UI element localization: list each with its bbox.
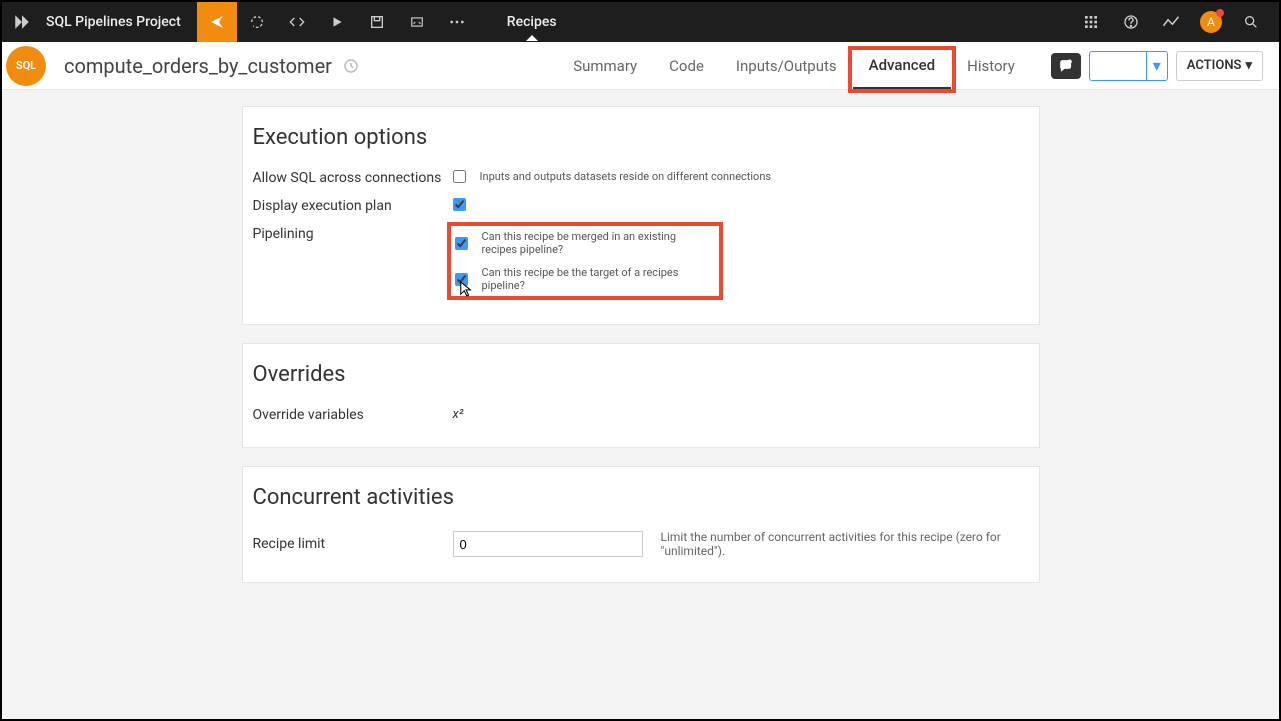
- avatar-initial: A: [1207, 15, 1215, 29]
- chevron-down-icon: ▾: [1245, 58, 1252, 73]
- tab-summary[interactable]: Summary: [557, 42, 653, 89]
- pipelining-merge-checkbox[interactable]: [455, 237, 468, 250]
- recipe-limit-input[interactable]: [453, 531, 643, 557]
- override-variables-label: Override variables: [253, 407, 453, 423]
- allow-sql-help: Inputs and outputs datasets reside on di…: [480, 170, 772, 183]
- code-icon[interactable]: [277, 2, 317, 42]
- concurrent-activities-card: Concurrent activities Recipe limit Limit…: [242, 466, 1040, 583]
- pipelining-label: Pipelining: [253, 226, 453, 242]
- main-area: Execution options Allow SQL across conne…: [2, 90, 1279, 719]
- activity-icon[interactable]: [1151, 2, 1191, 42]
- top-bar: SQL Pipelines Project Recipes A: [2, 2, 1279, 42]
- overrides-card: Overrides Override variables x²: [242, 343, 1040, 448]
- execution-options-card: Execution options Allow SQL across conne…: [242, 106, 1040, 325]
- recipe-name: compute_orders_by_customer: [64, 54, 332, 78]
- pipelining-target-checkbox[interactable]: [455, 273, 468, 286]
- pipelining-merge-label: Can this recipe be merged in an existing…: [482, 230, 709, 256]
- notification-dot: [1216, 9, 1224, 17]
- display-plan-label: Display execution plan: [253, 198, 453, 214]
- sub-bar: SQL compute_orders_by_customer Summary C…: [2, 42, 1279, 90]
- tab-inputs-outputs[interactable]: Inputs/Outputs: [720, 42, 853, 89]
- actions-label: ACTIONS: [1187, 58, 1242, 73]
- apps-grid-icon[interactable]: [1071, 2, 1111, 42]
- save-dropdown[interactable]: ▾: [1146, 52, 1167, 80]
- play-icon[interactable]: [317, 2, 357, 42]
- comments-button[interactable]: [1051, 53, 1081, 79]
- concurrent-title: Concurrent activities: [243, 467, 1039, 524]
- save-button-group: SAVE ▾: [1089, 51, 1168, 81]
- tab-code[interactable]: Code: [653, 42, 720, 89]
- tab-history[interactable]: History: [951, 42, 1031, 89]
- panel-icon[interactable]: [397, 2, 437, 42]
- recipe-limit-label: Recipe limit: [253, 536, 453, 552]
- user-avatar[interactable]: A: [1191, 2, 1231, 42]
- help-icon[interactable]: [1111, 2, 1151, 42]
- display-plan-checkbox[interactable]: [453, 198, 466, 211]
- allow-sql-checkbox[interactable]: [453, 170, 466, 183]
- flow-icon[interactable]: [197, 2, 237, 42]
- pipelining-target-label: Can this recipe be the target of a recip…: [482, 266, 709, 292]
- pipelining-highlight-box: Can this recipe be merged in an existing…: [447, 222, 723, 300]
- recipe-limit-help: Limit the number of concurrent activitie…: [661, 530, 1029, 558]
- execution-options-title: Execution options: [243, 107, 1039, 164]
- refresh-icon[interactable]: [237, 2, 277, 42]
- app-logo[interactable]: [2, 2, 42, 42]
- save-disk-icon[interactable]: [357, 2, 397, 42]
- override-variables-button[interactable]: x²: [453, 407, 1029, 422]
- breadcrumb-recipes[interactable]: Recipes: [507, 14, 557, 30]
- sql-badge: SQL: [6, 46, 46, 86]
- actions-button[interactable]: ACTIONS ▾: [1176, 51, 1263, 81]
- more-icon[interactable]: [437, 2, 477, 42]
- project-name[interactable]: SQL Pipelines Project: [42, 14, 197, 30]
- allow-sql-label: Allow SQL across connections: [253, 170, 453, 186]
- tab-advanced[interactable]: Advanced: [853, 42, 951, 89]
- tabs: Summary Code Inputs/Outputs Advanced His…: [557, 42, 1031, 89]
- star-icon[interactable]: [342, 57, 360, 75]
- overrides-title: Overrides: [243, 344, 1039, 401]
- search-icon[interactable]: [1231, 2, 1271, 42]
